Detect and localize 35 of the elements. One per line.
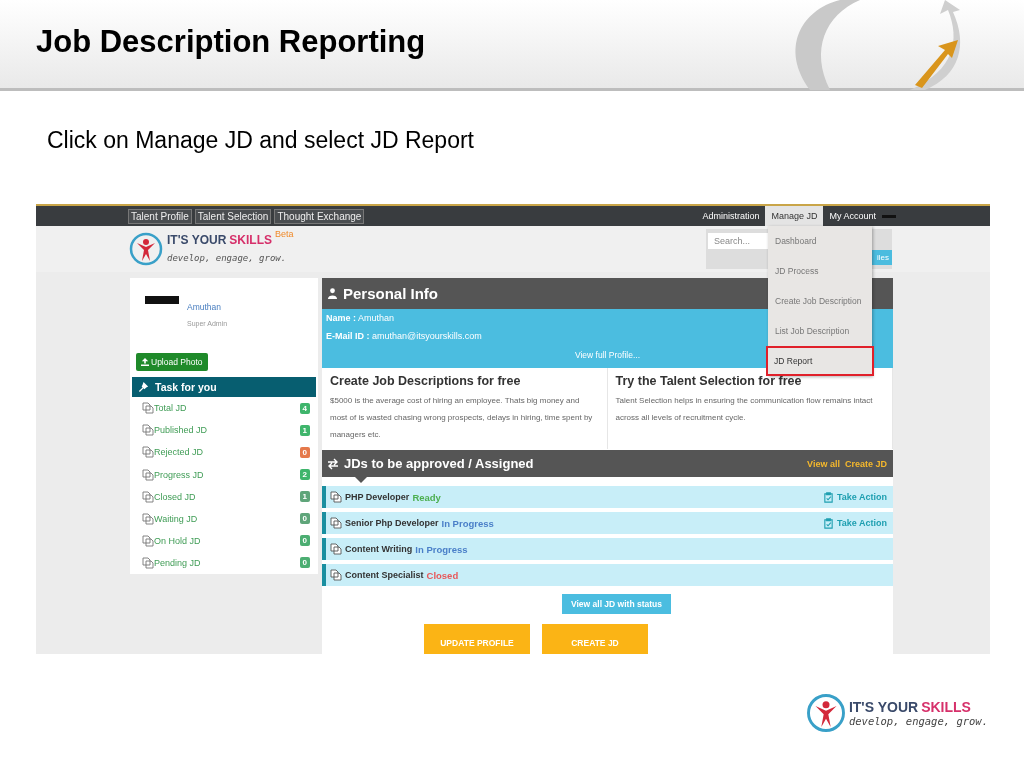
slide-title: Job Description Reporting: [36, 24, 426, 60]
logo-wordmark: IT'S YOUR: [167, 233, 227, 247]
instruction-text: Click on Manage JD and select JD Report: [47, 127, 475, 154]
jd-title: Content Specialist: [345, 570, 424, 580]
promo-text: Talent Selection helps in ensuring the communication flow remains intact across all levels of recruitment cycle.: [615, 395, 874, 424]
count-badge: 0: [299, 535, 310, 547]
logo-wordmark: SKILLS: [921, 699, 971, 715]
count-badge: 0: [299, 446, 310, 458]
count-badge: 0: [299, 557, 310, 569]
count-badge: 1: [299, 491, 310, 503]
promo-text: $5000 is the average cost of hiring an employee. Thats big money and most of is wasted chasing wrong prospects, delays in hiring, time spent by managers etc.: [330, 395, 594, 441]
jd-title: Senior Php Developer: [345, 518, 439, 528]
jd-title: PHP Developer: [345, 492, 410, 502]
profile-name: Amuthan: [187, 302, 223, 312]
jd-title: Content Writing: [345, 544, 413, 554]
section-title: JDs to be approved / Assigned: [344, 456, 535, 471]
name-line: Name : Amuthan: [326, 313, 395, 323]
jd-status: In Progress: [441, 517, 494, 529]
email-line: E-Mail ID : amuthan@itsyourskills.com: [326, 331, 482, 341]
count-badge: 1: [299, 424, 310, 436]
jd-status: Ready: [412, 491, 441, 503]
logo-wordmark: SKILLS: [229, 233, 272, 247]
promo-title: Try the Talent Selection for free: [615, 374, 803, 388]
count-badge: 4: [299, 402, 310, 414]
promo-title: Create Job Descriptions for free: [330, 374, 522, 388]
count-badge: 0: [299, 513, 310, 525]
logo-tagline: develop, engage, grow.: [167, 253, 287, 263]
count-badge: 2: [299, 469, 310, 481]
logo-tagline: develop, engage, grow.: [848, 715, 988, 727]
task-title: Task for you: [155, 380, 217, 393]
jd-status: In Progress: [415, 543, 468, 555]
beta-label: Beta: [275, 229, 294, 239]
jd-status: Closed: [426, 569, 459, 581]
section-title: Personal Info: [343, 285, 439, 302]
logo-wordmark: IT'S YOUR: [848, 699, 919, 715]
